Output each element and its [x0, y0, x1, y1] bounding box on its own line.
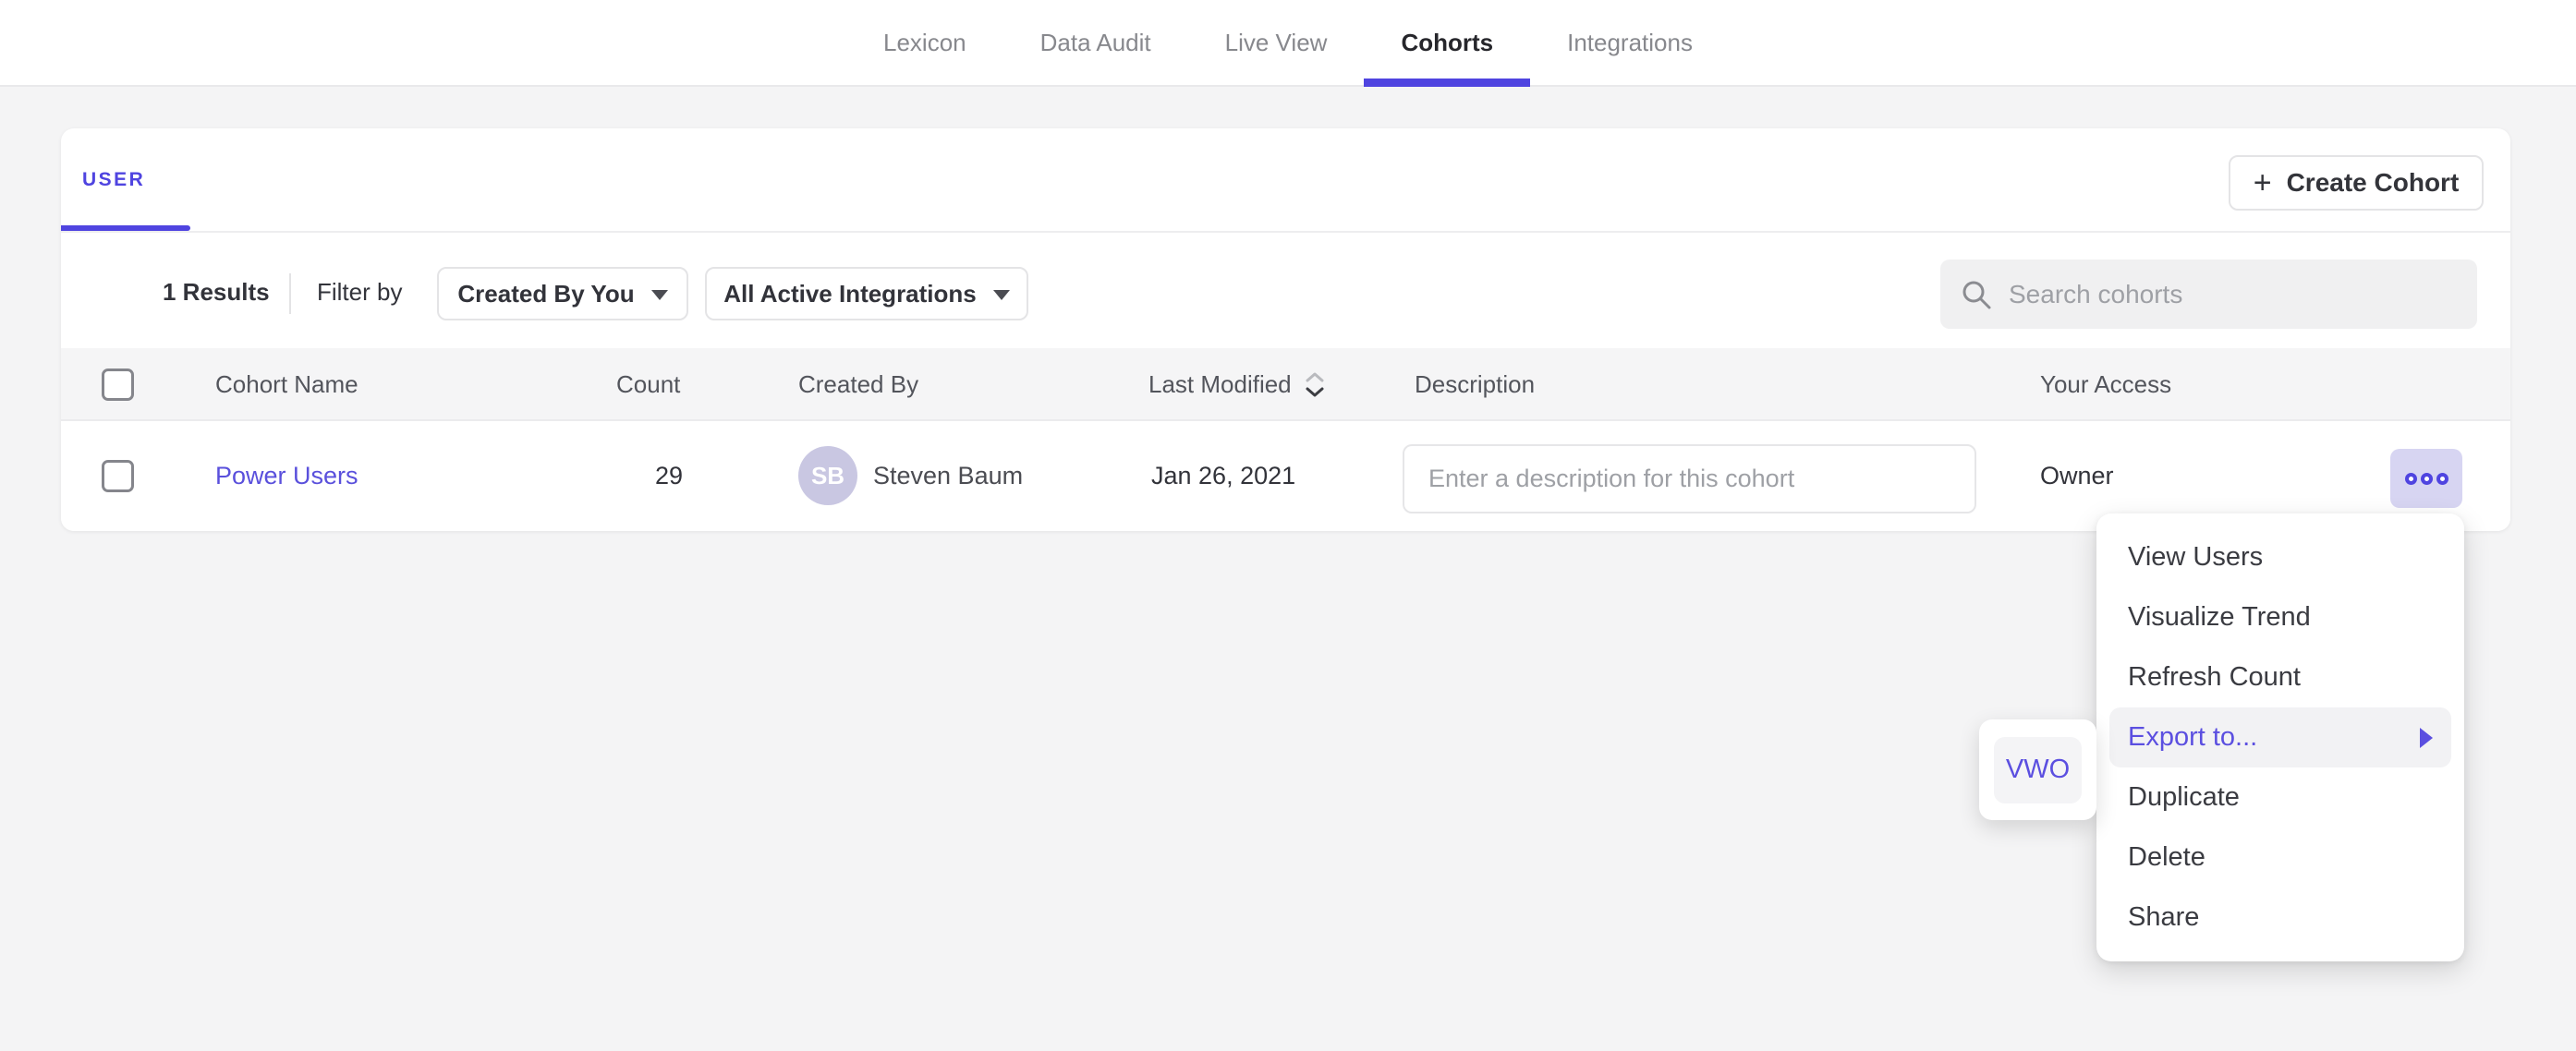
col-cohort-name: Cohort Name	[215, 348, 358, 421]
col-last-modified-label: Last Modified	[1148, 370, 1292, 399]
menu-item-view-users[interactable]: View Users	[2109, 527, 2451, 587]
created-by-name: Steven Baum	[873, 421, 1023, 531]
col-description: Description	[1415, 348, 1535, 421]
tab-live-view[interactable]: Live View	[1188, 0, 1365, 85]
col-created-by: Created By	[798, 348, 918, 421]
tab-data-audit[interactable]: Data Audit	[1003, 0, 1188, 85]
cohort-name-link[interactable]: Power Users	[215, 421, 358, 531]
menu-item-duplicate[interactable]: Duplicate	[2109, 767, 2451, 828]
created-by-dropdown-label: Created By You	[457, 280, 634, 308]
menu-item-share[interactable]: Share	[2109, 888, 2451, 948]
last-modified-date: Jan 26, 2021	[1151, 421, 1295, 531]
more-icon	[2436, 473, 2448, 485]
plus-icon: +	[2254, 167, 2272, 199]
search-cohorts-box	[1940, 260, 2477, 329]
chevron-down-icon	[993, 290, 1010, 300]
sort-icon[interactable]	[1305, 371, 1325, 398]
access-value: Owner	[2040, 421, 2114, 531]
col-last-modified[interactable]: Last Modified	[1148, 348, 1325, 421]
more-icon	[2405, 473, 2417, 485]
col-count: Count	[616, 348, 680, 421]
more-actions-button[interactable]	[2390, 449, 2462, 508]
tab-user[interactable]: USER	[82, 169, 145, 191]
col-your-access: Your Access	[2040, 348, 2171, 421]
tab-cohorts[interactable]: Cohorts	[1364, 0, 1530, 85]
avatar: SB	[798, 446, 857, 505]
row-context-menu: View Users Visualize Trend Refresh Count…	[2096, 513, 2464, 961]
menu-item-visualize-trend[interactable]: Visualize Trend	[2109, 587, 2451, 647]
row-checkbox[interactable]	[102, 460, 134, 492]
export-submenu: VWO	[1979, 719, 2096, 820]
tabs-divider	[61, 231, 2510, 233]
table-header: Cohort Name Count Created By Last Modifi…	[61, 348, 2510, 421]
cohort-count: 29	[655, 421, 683, 531]
menu-item-export-to[interactable]: Export to...	[2109, 707, 2451, 767]
select-all-checkbox[interactable]	[102, 368, 134, 401]
filter-by-label: Filter by	[317, 278, 402, 307]
filter-divider	[289, 273, 291, 314]
submenu-arrow-icon	[2420, 728, 2433, 748]
search-icon	[1961, 279, 1992, 310]
more-icon	[2421, 473, 2433, 485]
integrations-dropdown[interactable]: All Active Integrations	[705, 267, 1028, 320]
description-input[interactable]	[1403, 444, 1976, 513]
cohorts-card: USER + Create Cohort 1 Results Filter by…	[61, 128, 2510, 531]
integrations-dropdown-label: All Active Integrations	[723, 280, 977, 308]
tab-lexicon[interactable]: Lexicon	[846, 0, 1003, 85]
submenu-item-vwo[interactable]: VWO	[1994, 737, 2082, 803]
top-nav: Lexicon Data Audit Live View Cohorts Int…	[0, 0, 2576, 87]
menu-item-refresh-count[interactable]: Refresh Count	[2109, 647, 2451, 707]
create-cohort-button[interactable]: + Create Cohort	[2229, 155, 2484, 211]
create-cohort-label: Create Cohort	[2287, 168, 2460, 198]
results-count: 1 Results	[163, 278, 270, 307]
menu-item-delete[interactable]: Delete	[2109, 828, 2451, 888]
menu-item-export-to-label: Export to...	[2128, 722, 2257, 753]
search-input[interactable]	[2009, 280, 2457, 309]
chevron-down-icon	[651, 290, 668, 300]
created-by-dropdown[interactable]: Created By You	[437, 267, 688, 320]
tab-integrations[interactable]: Integrations	[1530, 0, 1730, 85]
